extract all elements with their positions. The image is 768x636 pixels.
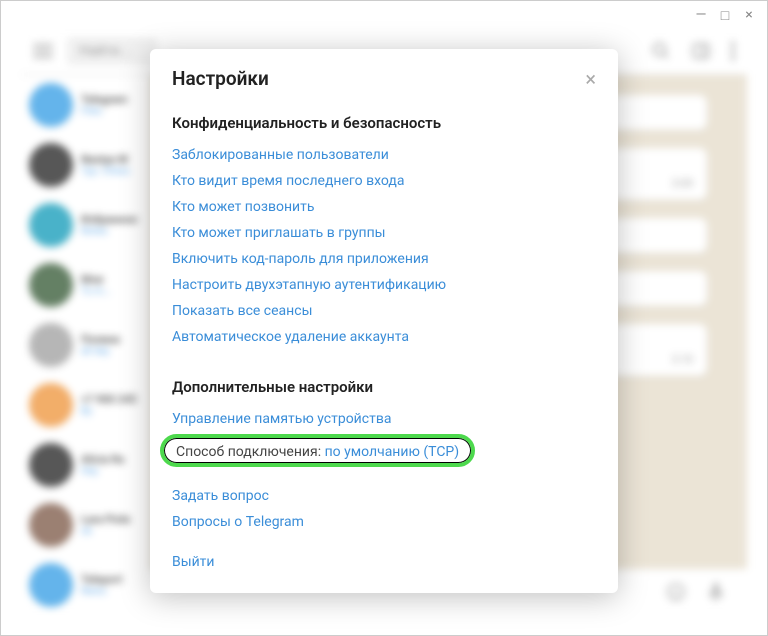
- two-step-link[interactable]: Настроить двухэтапную аутентификацию: [172, 272, 596, 298]
- who-can-call-link[interactable]: Кто может позвонить: [172, 194, 596, 220]
- ask-question-link[interactable]: Задать вопрос: [172, 483, 596, 509]
- faq-link[interactable]: Вопросы о Telegram: [172, 509, 596, 535]
- window-frame: — □ × Найти... TelegramFiles Nastya MTyp…: [0, 0, 768, 636]
- modal-header: Настройки ×: [150, 49, 618, 104]
- passcode-link[interactable]: Включить код-пароль для приложения: [172, 246, 596, 272]
- sessions-link[interactable]: Показать все сеансы: [172, 298, 596, 324]
- additional-section: Дополнительные настройки Управление памя…: [150, 368, 618, 593]
- connection-value: по умолчанию (TCP): [325, 444, 460, 460]
- connection-type-highlight: Способ подключения: по умолчанию (TCP): [160, 434, 475, 467]
- section-title-privacy: Конфиденциальность и безопасность: [172, 114, 596, 132]
- modal-title: Настройки: [172, 67, 269, 90]
- window-controls: — □ ×: [693, 7, 757, 24]
- blocked-users-link[interactable]: Заблокированные пользователи: [172, 142, 596, 168]
- modal-overlay: Настройки × Конфиденциальность и безопас…: [21, 27, 747, 615]
- connection-type-link[interactable]: Способ подключения: по умолчанию (TCP): [176, 444, 459, 460]
- window-minimize[interactable]: —: [693, 7, 709, 24]
- privacy-section: Конфиденциальность и безопасность Заблок…: [150, 104, 618, 368]
- last-seen-link[interactable]: Кто видит время последнего входа: [172, 168, 596, 194]
- connection-prefix: Способ подключения:: [176, 444, 325, 460]
- logout-link[interactable]: Выйти: [172, 549, 596, 575]
- settings-modal: Настройки × Конфиденциальность и безопас…: [150, 49, 618, 593]
- window-maximize[interactable]: □: [717, 7, 733, 24]
- group-invite-link[interactable]: Кто может приглашать в группы: [172, 220, 596, 246]
- auto-delete-link[interactable]: Автоматическое удаление аккаунта: [172, 324, 596, 350]
- section-title-additional: Дополнительные настройки: [172, 378, 596, 396]
- window-close[interactable]: ×: [741, 7, 757, 24]
- memory-link[interactable]: Управление памятью устройства: [172, 406, 596, 432]
- close-icon[interactable]: ×: [585, 69, 596, 89]
